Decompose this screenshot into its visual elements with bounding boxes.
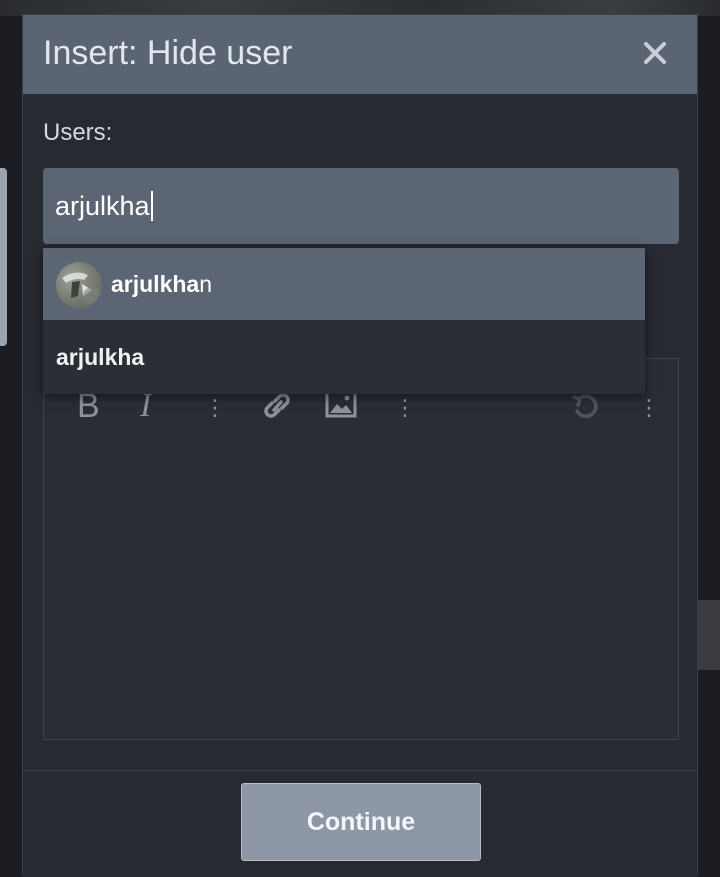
- more-options-icon[interactable]: ⋮: [394, 397, 416, 419]
- more-options-icon[interactable]: ⋮: [204, 397, 226, 419]
- background-panel-edge: [698, 600, 720, 670]
- more-options-icon[interactable]: ⋮: [638, 397, 660, 419]
- avatar: [56, 262, 102, 308]
- close-icon: [644, 42, 666, 64]
- users-field-label: Users:: [43, 119, 113, 146]
- suggestion-match-text: arjulkha: [111, 271, 200, 297]
- continue-button[interactable]: Continue: [241, 783, 481, 861]
- users-input-value: arjulkha: [55, 191, 150, 221]
- text-caret: [150, 191, 153, 221]
- link-button[interactable]: [260, 391, 294, 426]
- dialog-footer: Continue: [23, 770, 697, 877]
- background-sidebar-tab: [0, 168, 7, 346]
- dialog-header: Insert: Hide user: [23, 15, 697, 94]
- users-input[interactable]: arjulkha: [43, 168, 679, 244]
- suggestion-item[interactable]: arjulkha: [43, 321, 645, 393]
- link-icon: [264, 393, 290, 418]
- suggestion-item[interactable]: arjulkhan: [43, 248, 645, 320]
- user-suggestions-dropdown: arjulkhan arjulkha: [43, 248, 645, 394]
- image-icon: [325, 390, 357, 418]
- suggestion-rest-text: n: [199, 271, 213, 297]
- message-editor[interactable]: B I ⋮ ⋮ ⋮: [43, 358, 679, 740]
- image-button[interactable]: [325, 390, 357, 423]
- bold-button[interactable]: B: [77, 389, 100, 423]
- undo-icon: [572, 394, 598, 419]
- hide-user-dialog: Insert: Hide user Users: arjulkha B I ⋮: [22, 14, 698, 877]
- italic-button[interactable]: I: [140, 389, 151, 423]
- suggestion-match-text: arjulkha: [56, 344, 145, 370]
- close-button[interactable]: [637, 35, 673, 71]
- undo-button[interactable]: [570, 391, 602, 428]
- dialog-title: Insert: Hide user: [43, 34, 293, 72]
